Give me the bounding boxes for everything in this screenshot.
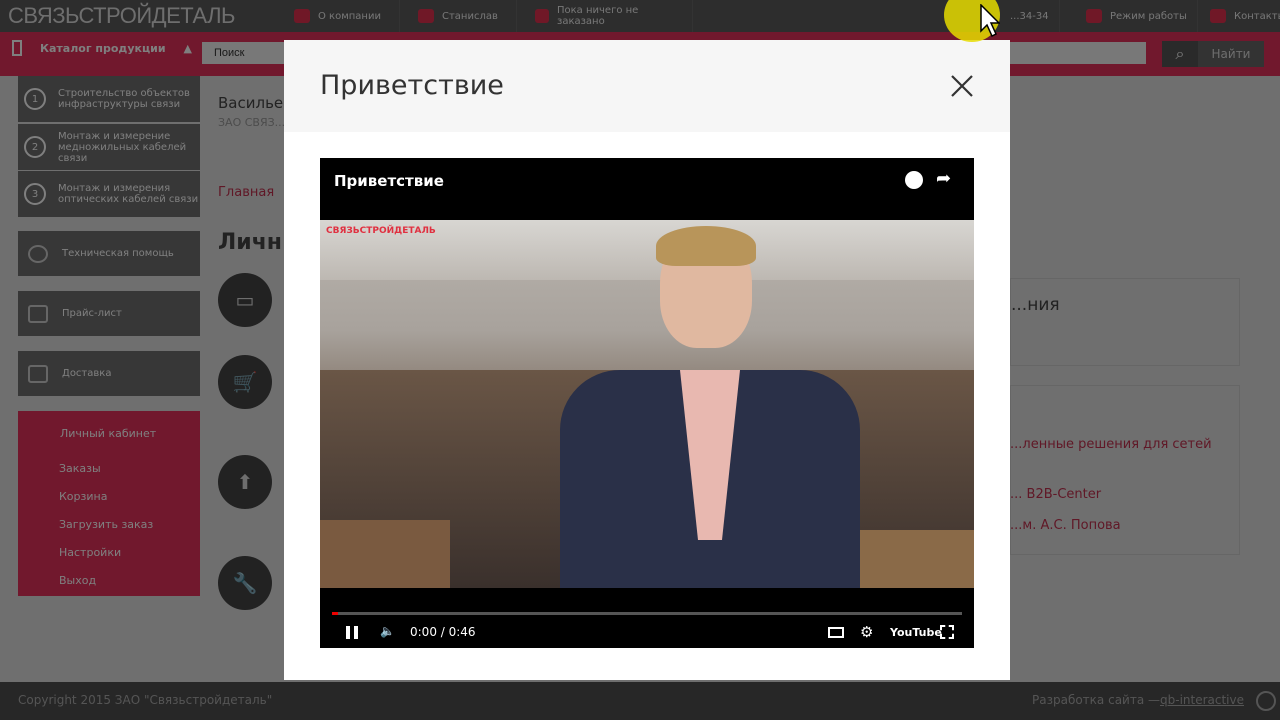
time-display: 0:00 / 0:46 [410, 625, 476, 639]
modal-header: Приветствие [284, 40, 1010, 132]
settings-hd-icon[interactable]: ⚙ [860, 623, 873, 641]
mouse-cursor-icon [980, 4, 1000, 38]
modal-title: Приветствие [320, 70, 504, 101]
pause-icon[interactable] [346, 626, 358, 639]
watch-later-icon[interactable] [905, 171, 923, 189]
share-icon[interactable]: ➦ [936, 168, 951, 189]
fullscreen-icon[interactable] [940, 625, 954, 639]
player-controls: 🔈 0:00 / 0:46 ⚙ YouTube [320, 588, 974, 648]
video-frame[interactable]: СВЯЗЬСТРОЙДЕТАЛЬ [320, 220, 974, 588]
close-icon[interactable] [948, 72, 976, 100]
subtitles-icon[interactable] [828, 627, 844, 638]
video-title[interactable]: Приветствие [334, 172, 444, 190]
volume-icon[interactable]: 🔈 [380, 624, 395, 638]
youtube-player[interactable]: Приветствие ➦ СВЯЗЬСТРОЙДЕТАЛЬ 🔈 0:00 / … [320, 158, 974, 648]
welcome-modal: Приветствие Приветствие ➦ СВЯЗЬСТРОЙДЕТА… [284, 40, 1010, 680]
youtube-logo[interactable]: YouTube [890, 626, 942, 639]
progress-bar[interactable] [332, 612, 962, 615]
video-watermark: СВЯЗЬСТРОЙДЕТАЛЬ [326, 226, 436, 236]
